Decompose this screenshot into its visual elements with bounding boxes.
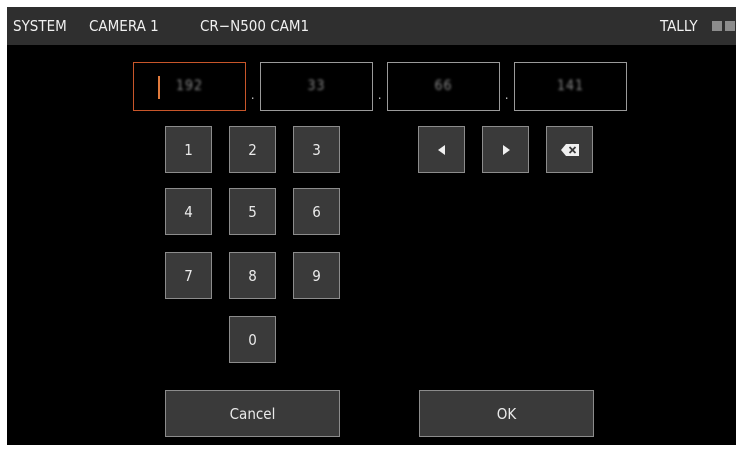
device-screen: SYSTEM CAMERA 1 CR−N500 CAM1 TALLY 192 .…: [7, 7, 736, 445]
key-7[interactable]: 7: [165, 252, 212, 299]
ip-separator-2: .: [378, 88, 382, 102]
ok-button[interactable]: OK: [419, 390, 594, 437]
key-4[interactable]: 4: [165, 188, 212, 235]
ip-separator-3: .: [505, 88, 509, 102]
ip-octet-3-value: 66: [434, 78, 453, 94]
header-bar: SYSTEM CAMERA 1 CR−N500 CAM1 TALLY: [7, 7, 736, 45]
arrow-left-icon: [437, 144, 445, 155]
tally-indicator-1: [712, 21, 722, 31]
cancel-button[interactable]: Cancel: [165, 390, 340, 437]
tally-label: TALLY: [660, 17, 698, 35]
menu-camera[interactable]: CAMERA 1: [89, 17, 159, 35]
ip-octet-1-field[interactable]: 192: [133, 62, 246, 111]
ip-octet-3-field[interactable]: 66: [387, 62, 500, 111]
menu-system[interactable]: SYSTEM: [13, 17, 67, 35]
cursor-left-button[interactable]: [418, 126, 465, 173]
key-3[interactable]: 3: [293, 126, 340, 173]
cursor-right-button[interactable]: [482, 126, 529, 173]
ip-octet-4-field[interactable]: 141: [514, 62, 627, 111]
ip-octet-2-value: 33: [307, 78, 326, 94]
key-8[interactable]: 8: [229, 252, 276, 299]
ip-octet-2-field[interactable]: 33: [260, 62, 373, 111]
tally-indicator-2: [725, 21, 735, 31]
arrow-right-icon: [502, 144, 510, 155]
key-5[interactable]: 5: [229, 188, 276, 235]
key-0[interactable]: 0: [229, 316, 276, 363]
ip-octet-1-value: 192: [175, 78, 204, 94]
ip-separator-1: .: [251, 88, 255, 102]
camera-model-label: CR−N500 CAM1: [200, 17, 310, 35]
key-9[interactable]: 9: [293, 252, 340, 299]
key-1[interactable]: 1: [165, 126, 212, 173]
ip-octet-4-value: 141: [556, 78, 585, 94]
backspace-button[interactable]: [546, 126, 593, 173]
key-6[interactable]: 6: [293, 188, 340, 235]
key-2[interactable]: 2: [229, 126, 276, 173]
backspace-icon: [560, 143, 579, 156]
